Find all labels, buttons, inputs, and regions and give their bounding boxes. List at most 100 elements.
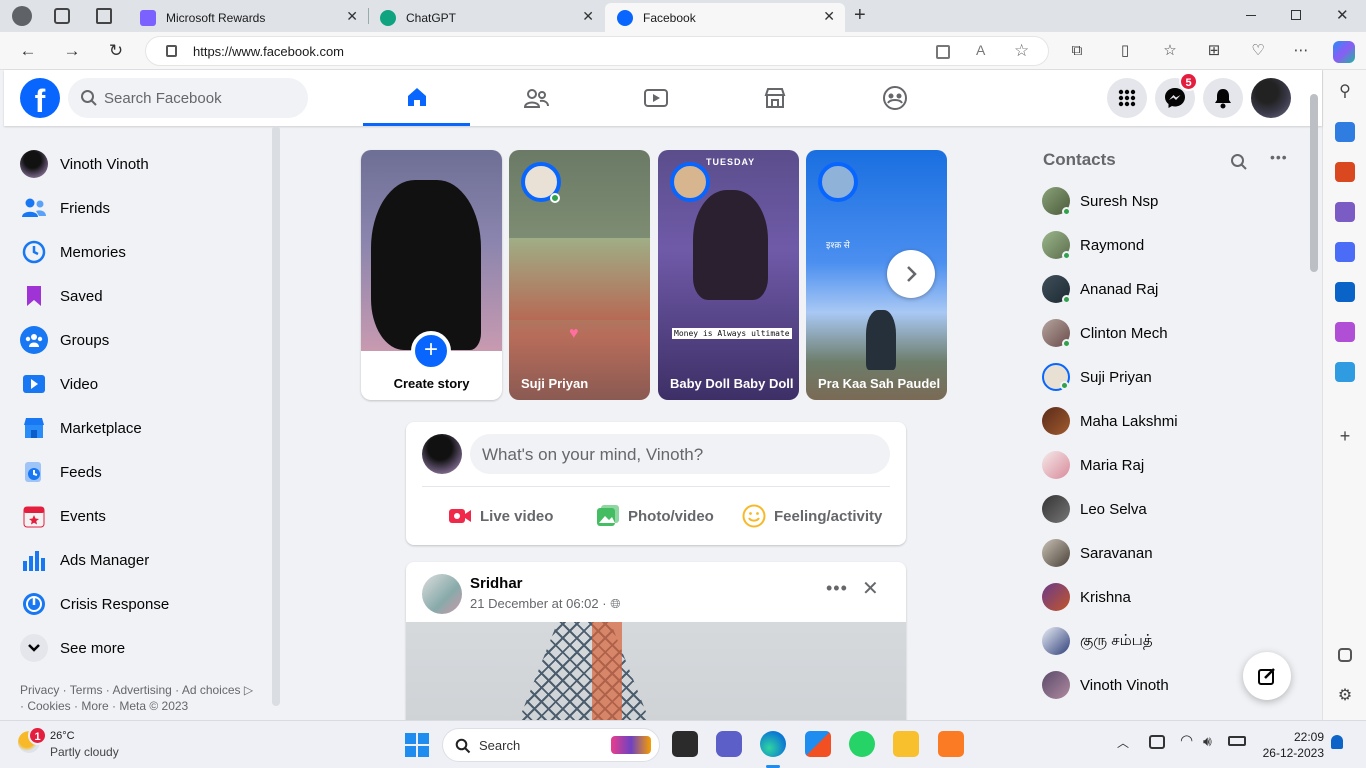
footer-links-line2[interactable]: · Cookies · More · Meta © 2023: [20, 698, 270, 714]
sidebar-item-video[interactable]: Video: [16, 362, 266, 406]
see-more-button[interactable]: See more: [16, 626, 266, 670]
search-box[interactable]: Search Facebook: [68, 78, 308, 118]
tab-actions-icon[interactable]: [96, 8, 112, 24]
post-image[interactable]: [406, 622, 906, 722]
chevron-up-icon[interactable]: ︿: [1117, 734, 1129, 751]
start-icon[interactable]: [405, 733, 429, 757]
new-message-button[interactable]: [1243, 652, 1291, 700]
performance-icon[interactable]: ♡: [1249, 42, 1267, 60]
sidebar-item-memories[interactable]: Memories: [16, 230, 266, 274]
messenger-button[interactable]: 5: [1155, 72, 1198, 118]
lock-icon[interactable]: [166, 45, 177, 57]
copilot-icon[interactable]: [1333, 41, 1355, 63]
search-icon[interactable]: ⚲: [1335, 82, 1355, 102]
close-icon[interactable]: ✕: [823, 8, 835, 25]
more-options-icon[interactable]: •••: [826, 578, 848, 599]
games-icon[interactable]: [1335, 202, 1355, 222]
tab-chatgpt[interactable]: ChatGPT ✕: [368, 3, 604, 32]
contact-item[interactable]: Clinton Mech: [1038, 311, 1298, 355]
close-icon[interactable]: ✕: [346, 8, 358, 25]
xampp-icon[interactable]: [938, 731, 964, 757]
sidebar-item-crisis-response[interactable]: Crisis Response: [16, 582, 266, 626]
back-icon[interactable]: ←: [18, 41, 38, 61]
tab-facebook[interactable]: Facebook ✕: [605, 3, 845, 32]
forward-icon[interactable]: →: [62, 41, 82, 61]
contact-item[interactable]: Suji Priyan: [1038, 355, 1298, 399]
menu-button[interactable]: [1107, 78, 1147, 118]
workspaces-icon[interactable]: [54, 8, 70, 24]
store-icon[interactable]: [805, 731, 831, 757]
url-box[interactable]: https://www.facebook.com A ☆: [145, 36, 1049, 66]
notification-bell-icon[interactable]: [1331, 735, 1343, 749]
footer-links-line1[interactable]: Privacy · Terms · Advertising · Ad choic…: [20, 683, 244, 697]
sidebar-item-feeds[interactable]: Feeds: [16, 450, 266, 494]
weather-desc[interactable]: Partly cloudy: [50, 745, 119, 759]
tab-groups[interactable]: [841, 70, 948, 126]
battery-icon[interactable]: [1228, 736, 1246, 746]
avatar[interactable]: [422, 434, 462, 474]
left-scrollbar[interactable]: [272, 126, 280, 706]
outlook-icon[interactable]: [1335, 282, 1355, 302]
minimize-icon[interactable]: [1246, 15, 1256, 16]
account-avatar[interactable]: [1251, 78, 1291, 118]
sidebar-item-marketplace[interactable]: Marketplace: [16, 406, 266, 450]
close-window-icon[interactable]: ✕: [1336, 6, 1349, 24]
microsoft365-icon[interactable]: [1335, 242, 1355, 262]
profile-icon[interactable]: [12, 6, 32, 26]
facebook-logo-icon[interactable]: f: [20, 78, 60, 118]
sidebar-item-events[interactable]: Events: [16, 494, 266, 538]
feeling-activity-button[interactable]: Feeling/activity: [742, 498, 882, 534]
file-explorer-icon[interactable]: [893, 731, 919, 757]
contact-item[interactable]: Saravanan: [1038, 531, 1298, 575]
designer-icon[interactable]: [1335, 322, 1355, 342]
close-icon[interactable]: ✕: [862, 576, 879, 601]
page-scrollbar[interactable]: [1310, 94, 1318, 272]
contact-item[interactable]: Leo Selva: [1038, 487, 1298, 531]
favorite-star-icon[interactable]: ☆: [1014, 41, 1029, 61]
sidebar-item-profile[interactable]: Vinoth Vinoth: [16, 142, 266, 186]
post-author[interactable]: Sridhar: [470, 575, 523, 592]
settings-gear-icon[interactable]: ⚙: [1335, 686, 1355, 706]
tab-marketplace[interactable]: [721, 70, 828, 126]
sidebar-toggle-icon[interactable]: [1338, 648, 1352, 662]
sidebar-item-friends[interactable]: Friends: [16, 186, 266, 230]
contact-item[interactable]: Maha Lakshmi: [1038, 399, 1298, 443]
contact-item[interactable]: Ananad Raj: [1038, 267, 1298, 311]
split-screen-icon[interactable]: ▯: [1116, 42, 1134, 60]
volume-icon[interactable]: 🔊︎: [1203, 733, 1212, 750]
stories-next-button[interactable]: [887, 250, 935, 298]
vpn-icon[interactable]: [1149, 735, 1165, 749]
clock-date[interactable]: 26-12-2023: [1258, 746, 1324, 760]
tab-home[interactable]: [363, 70, 470, 126]
story-card[interactable]: TUESDAY Money is Always ultimate Baby Do…: [658, 150, 799, 400]
send-icon[interactable]: [1335, 362, 1355, 382]
composer-input[interactable]: What's on your mind, Vinoth?: [470, 434, 890, 474]
more-options-icon[interactable]: •••: [1270, 149, 1288, 165]
tab-friends[interactable]: [482, 70, 589, 126]
shopping-icon[interactable]: [1335, 122, 1355, 142]
weather-temp[interactable]: 26°C: [50, 730, 75, 742]
favorites-icon[interactable]: ☆: [1161, 42, 1179, 60]
contact-item[interactable]: Raymond: [1038, 223, 1298, 267]
close-icon[interactable]: ✕: [582, 8, 594, 25]
tab-video[interactable]: [602, 70, 709, 126]
create-story-card[interactable]: + Create story: [361, 150, 502, 400]
sidebar-item-ads-manager[interactable]: Ads Manager: [16, 538, 266, 582]
story-card[interactable]: ♥ Suji Priyan: [509, 150, 650, 400]
contact-item[interactable]: Maria Raj: [1038, 443, 1298, 487]
whatsapp-icon[interactable]: [849, 731, 875, 757]
restore-icon[interactable]: [1291, 10, 1301, 20]
new-tab-icon[interactable]: +: [854, 4, 866, 27]
tab-microsoft-rewards[interactable]: Microsoft Rewards ✕: [128, 3, 368, 32]
collections-icon[interactable]: ⊞: [1205, 42, 1223, 60]
app-available-icon[interactable]: [936, 45, 950, 59]
taskbar-search[interactable]: Search: [442, 728, 660, 762]
url-text[interactable]: https://www.facebook.com: [193, 44, 344, 59]
photo-video-button[interactable]: Photo/video: [596, 498, 714, 534]
read-aloud-icon[interactable]: A: [976, 42, 985, 58]
ad-choices-icon[interactable]: ▷: [244, 683, 253, 697]
contact-item[interactable]: Krishna: [1038, 575, 1298, 619]
refresh-icon[interactable]: ↻: [106, 41, 126, 61]
meet-icon[interactable]: [716, 731, 742, 757]
sidebar-item-groups[interactable]: Groups: [16, 318, 266, 362]
